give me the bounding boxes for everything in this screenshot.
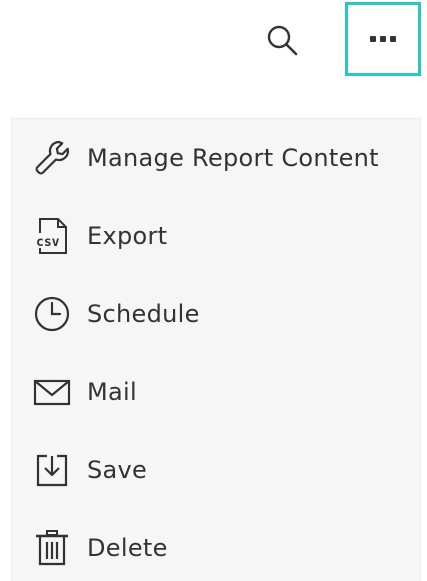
search-button[interactable]: [262, 20, 302, 60]
wrench-icon: [30, 136, 74, 180]
dropdown-menu: Manage Report Content csv Export Schedul…: [11, 118, 421, 581]
menu-item-label: Delete: [87, 534, 168, 562]
menu-item-mail[interactable]: Mail: [12, 353, 420, 431]
page: Manage Report Content csv Export Schedul…: [0, 0, 427, 581]
more-horizontal-icon: [370, 36, 396, 42]
clock-icon: [30, 292, 74, 336]
csv-file-icon: csv: [30, 214, 74, 258]
csv-icon-text: csv: [36, 235, 60, 250]
menu-item-export[interactable]: csv Export: [12, 197, 420, 275]
menu-item-label: Mail: [87, 378, 137, 406]
save-download-icon: [30, 448, 74, 492]
trash-icon: [30, 526, 74, 570]
menu-item-label: Manage Report Content: [87, 144, 379, 172]
menu-item-label: Export: [87, 222, 168, 250]
menu-item-manage-report-content[interactable]: Manage Report Content: [12, 119, 420, 197]
menu-item-label: Schedule: [87, 300, 200, 328]
menu-item-schedule[interactable]: Schedule: [12, 275, 420, 353]
envelope-icon: [30, 370, 74, 414]
more-options-button[interactable]: [345, 2, 421, 76]
menu-item-delete[interactable]: Delete: [12, 509, 420, 581]
menu-item-label: Save: [87, 456, 148, 484]
toolbar: [0, 0, 427, 80]
search-icon: [267, 25, 298, 56]
menu-item-save[interactable]: Save: [12, 431, 420, 509]
